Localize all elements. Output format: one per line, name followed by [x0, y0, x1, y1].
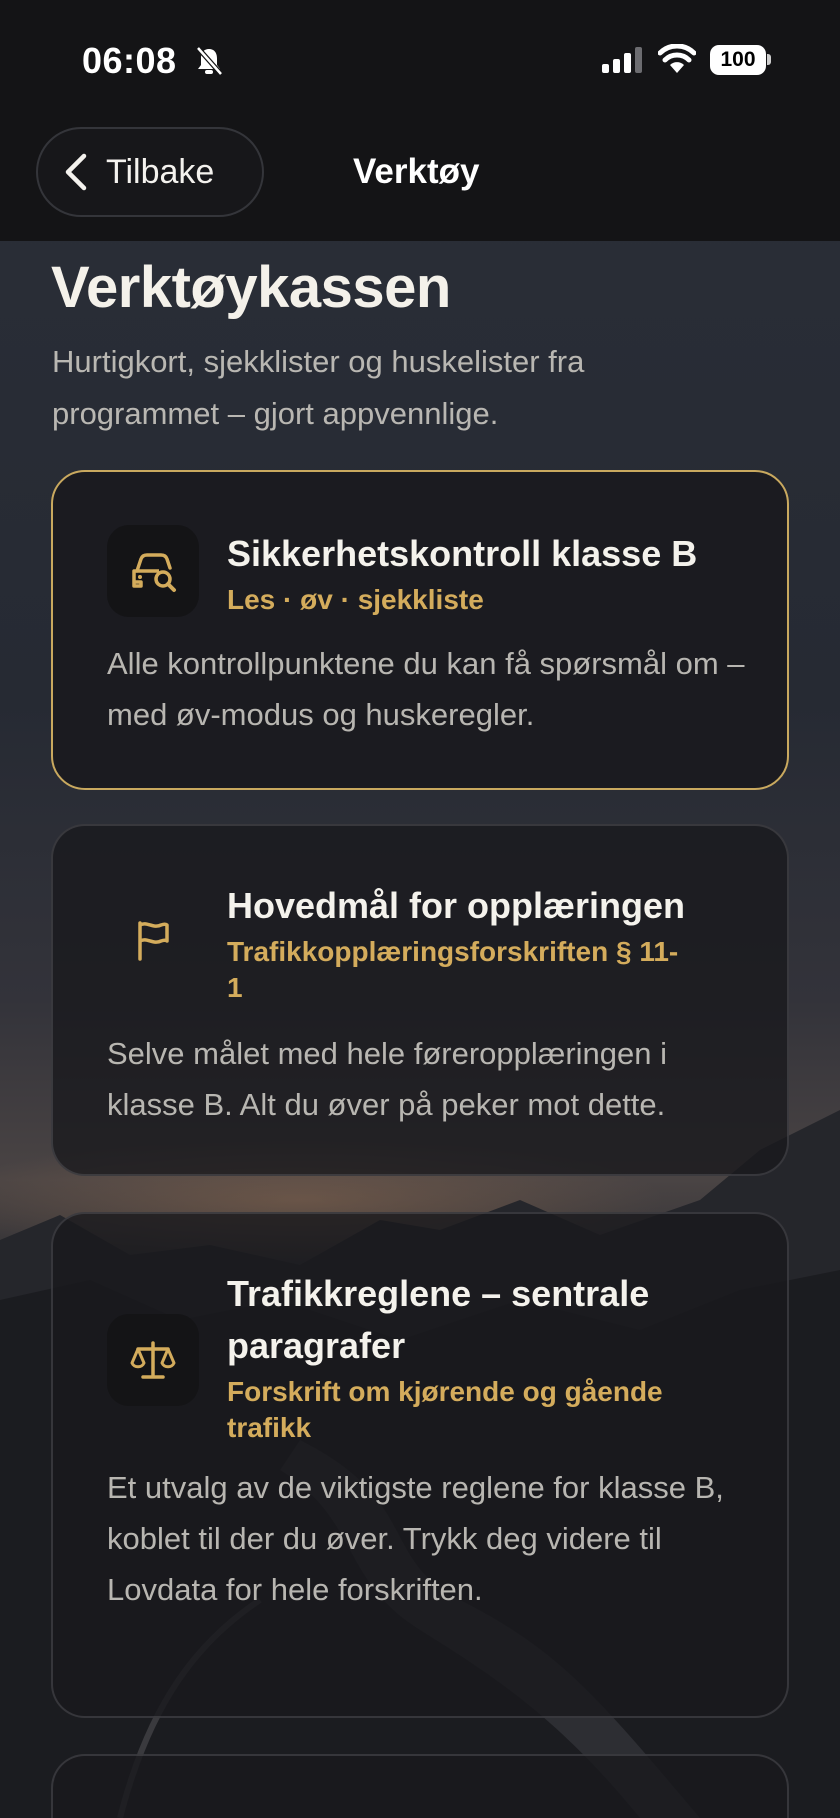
- header-title: Verktøy: [353, 152, 480, 191]
- wifi-icon: [658, 44, 696, 73]
- tool-card-partial[interactable]: [51, 1754, 789, 1818]
- tool-card-traffic-rules[interactable]: Trafikkreglene – sentrale paragrafer For…: [51, 1212, 789, 1718]
- tool-card-main-goal[interactable]: Hovedmål for opplæringen Trafikkopplærin…: [51, 824, 789, 1176]
- battery-indicator: 100: [710, 45, 766, 75]
- cellular-signal-icon: [602, 47, 642, 73]
- chevron-left-icon: [65, 153, 87, 191]
- tool-card-safety-check[interactable]: Sikkerhetskontroll klasse B Les · øv · s…: [51, 470, 789, 790]
- card-title: Sikkerhetskontroll klasse B: [227, 533, 698, 574]
- icon-box: [107, 895, 199, 987]
- card-description: Alle kontrollpunktene du kan få spørsmål…: [107, 646, 745, 732]
- icon-box: [107, 525, 199, 617]
- flag-icon: [138, 921, 169, 961]
- card-description: Et utvalg av de viktigste reglene for kl…: [107, 1470, 724, 1607]
- back-button-label: Tilbake: [106, 152, 215, 191]
- page-title: Verktøykassen: [51, 255, 451, 320]
- card-description: Selve målet med hele føreropplæringen i …: [107, 1036, 667, 1122]
- scales-icon: [130, 1341, 176, 1379]
- bell-muted-icon: [196, 46, 223, 76]
- top-bar: 06:08 100 Tilbake Verktøy: [0, 0, 840, 241]
- car-inspection-icon: [132, 553, 176, 592]
- card-meta: Trafikkopplæringsforskriften § 11-1: [227, 936, 679, 1003]
- card-title: Trafikkreglene – sentrale paragrafer: [227, 1273, 650, 1366]
- card-title: Hovedmål for opplæringen: [227, 885, 686, 926]
- status-time: 06:08: [82, 40, 177, 81]
- back-button[interactable]: Tilbake: [36, 127, 264, 217]
- card-meta: Forskrift om kjørende og gående trafikk: [227, 1376, 663, 1443]
- card-meta: Les · øv · sjekkliste: [227, 584, 484, 615]
- battery-tip: [767, 54, 771, 65]
- page-subtitle: Hurtigkort, sjekklister og huskelister f…: [52, 344, 585, 431]
- icon-box: [107, 1314, 199, 1406]
